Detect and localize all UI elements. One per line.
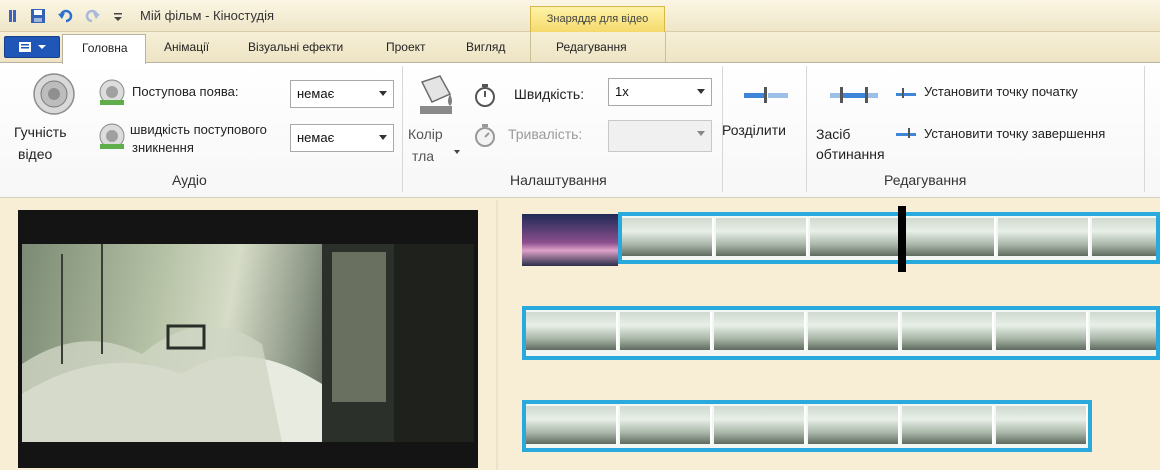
audio-group-label: Аудіо: [172, 172, 207, 188]
trim-tool-label-line2[interactable]: обтинання: [816, 146, 885, 162]
speaker-icon[interactable]: [32, 72, 76, 121]
video-tools-context-label: Знаряддя для відео: [530, 6, 665, 33]
speed-dropdown[interactable]: 1x: [608, 78, 712, 106]
clip-frame: [526, 312, 618, 350]
paint-bucket-icon[interactable]: [414, 72, 458, 125]
redo-icon[interactable]: [84, 8, 100, 24]
panel-divider: [496, 200, 498, 470]
fade-in-label: Поступова поява:: [132, 84, 239, 99]
clip-frame: [810, 218, 902, 256]
preview-frame: [22, 244, 474, 442]
tab-separator: [530, 32, 531, 62]
group-separator: [402, 66, 403, 192]
clip-frame: [620, 312, 712, 350]
tab-separator: [665, 32, 666, 62]
menu-icon: [19, 42, 46, 52]
clip-frame: [996, 312, 1088, 350]
clip-frame: [1092, 218, 1156, 256]
fade-out-label-line2: зникнення: [132, 140, 194, 155]
adjust-group-label: Налаштування: [510, 172, 607, 188]
clip-frame: [716, 218, 808, 256]
split-button-label[interactable]: Розділити: [722, 122, 786, 138]
fade-out-icon: [98, 122, 126, 155]
fade-in-icon: [98, 78, 126, 111]
tab-home-label[interactable]: Головна: [82, 41, 128, 55]
playhead[interactable]: [898, 206, 906, 272]
clip-frame: [714, 312, 806, 350]
clip-frame: [902, 312, 994, 350]
title-bar: Мій фільм - Кіностудія Знаряддя для віде…: [0, 0, 1160, 33]
background-color-label-line1[interactable]: Колір: [408, 126, 443, 142]
tab-animations[interactable]: Анімації: [164, 40, 209, 54]
clip-frame: [714, 406, 806, 444]
chevron-down-icon: [697, 89, 705, 94]
clip-frame: [904, 218, 996, 256]
set-start-point-label[interactable]: Установити точку початку: [924, 84, 1078, 99]
chevron-down-icon: [379, 135, 387, 140]
duration-icon: [472, 122, 498, 153]
group-separator: [806, 66, 807, 192]
duration-dropdown[interactable]: [608, 120, 712, 152]
chevron-down-icon[interactable]: [454, 150, 460, 154]
split-icon[interactable]: [742, 86, 792, 109]
clip-frame: [998, 218, 1090, 256]
set-start-point-icon[interactable]: [894, 86, 918, 105]
timeline-clip-1[interactable]: [618, 212, 1160, 264]
clip-frame: [996, 406, 1088, 444]
clip-frame: [620, 406, 712, 444]
clip-frame: [1090, 312, 1156, 350]
file-menu-button[interactable]: [4, 36, 60, 58]
tab-visual-effects[interactable]: Візуальні ефекти: [248, 40, 343, 54]
chevron-down-icon: [697, 131, 705, 136]
fade-in-dropdown[interactable]: немає: [290, 80, 394, 108]
tab-view[interactable]: Вигляд: [466, 40, 505, 54]
clip-frame: [622, 218, 714, 256]
timeline-clip-2[interactable]: [522, 306, 1160, 360]
clip-thumbnail-mountains[interactable]: [522, 214, 618, 266]
edit-group-label: Редагування: [884, 172, 967, 188]
clip-frame: [526, 406, 618, 444]
tab-editing[interactable]: Редагування: [556, 40, 627, 54]
clip-frame: [808, 312, 900, 350]
clip-frame: [902, 406, 994, 444]
duration-label: Тривалість:: [508, 126, 583, 142]
customize-toolbar-icon[interactable]: [110, 8, 126, 24]
undo-icon[interactable]: [58, 8, 74, 24]
trim-tool-icon[interactable]: [828, 86, 880, 109]
chevron-down-icon: [379, 91, 387, 96]
fade-out-value: немає: [297, 130, 335, 145]
save-icon[interactable]: [30, 8, 46, 24]
speed-label: Швидкість:: [514, 86, 585, 102]
group-separator: [1144, 66, 1145, 192]
video-volume-label-line1[interactable]: Гучність: [14, 124, 67, 140]
video-volume-label-line2[interactable]: відео: [18, 146, 52, 162]
video-preview[interactable]: [18, 210, 478, 468]
window-title: Мій фільм - Кіностудія: [140, 8, 275, 23]
app-icon: [8, 8, 24, 24]
clip-frame: [808, 406, 900, 444]
timeline-clip-3[interactable]: [522, 400, 1092, 452]
set-end-point-label[interactable]: Установити точку завершення: [924, 126, 1105, 141]
fade-out-dropdown[interactable]: немає: [290, 124, 394, 152]
background-color-label-line2[interactable]: тла: [412, 148, 434, 164]
tab-project[interactable]: Проект: [386, 40, 426, 54]
trim-tool-label-line1[interactable]: Засіб: [816, 126, 850, 142]
fade-out-label-line1: швидкість поступового: [130, 122, 267, 137]
speed-value: 1x: [615, 84, 629, 99]
stopwatch-icon: [472, 82, 498, 113]
set-end-point-icon[interactable]: [894, 126, 918, 145]
fade-in-value: немає: [297, 86, 335, 101]
